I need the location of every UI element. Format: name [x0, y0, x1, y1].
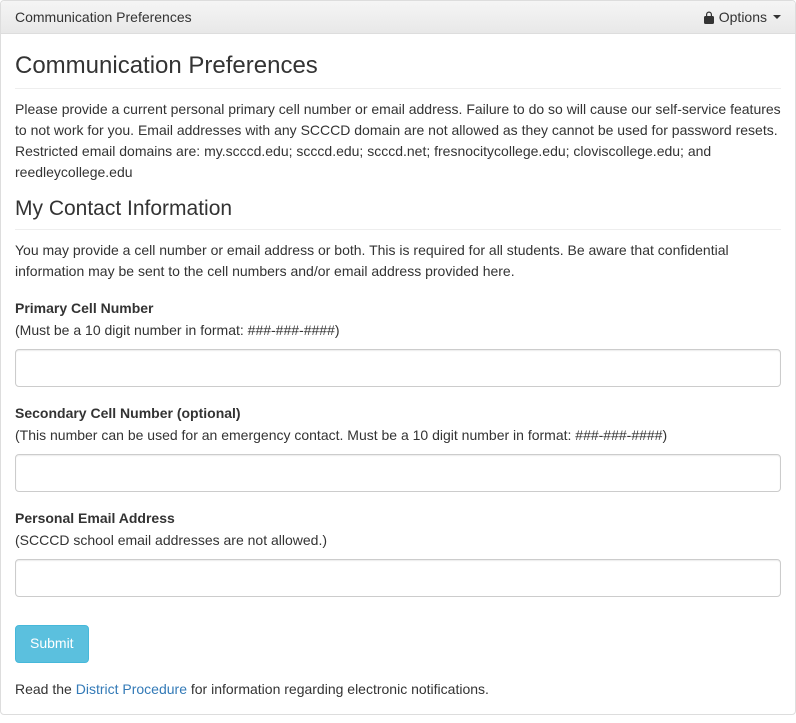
email-hint: (SCCCD school email addresses are not al…: [15, 530, 781, 551]
options-label: Options: [719, 9, 767, 25]
panel-header: Communication Preferences Options: [1, 1, 795, 34]
intro-text: Please provide a current personal primar…: [15, 99, 781, 183]
secondary-cell-input[interactable]: [15, 454, 781, 492]
section-title: My Contact Information: [15, 197, 781, 230]
email-label: Personal Email Address: [15, 510, 781, 526]
secondary-cell-group: Secondary Cell Number (optional) (This n…: [15, 405, 781, 492]
footer-text: Read the District Procedure for informat…: [15, 679, 781, 700]
primary-cell-group: Primary Cell Number (Must be a 10 digit …: [15, 300, 781, 387]
email-group: Personal Email Address (SCCCD school ema…: [15, 510, 781, 597]
chevron-down-icon: [773, 15, 781, 19]
panel-body: Communication Preferences Please provide…: [1, 34, 795, 714]
options-dropdown[interactable]: Options: [703, 9, 781, 25]
secondary-cell-hint: (This number can be used for an emergenc…: [15, 425, 781, 446]
email-input[interactable]: [15, 559, 781, 597]
section-intro-text: You may provide a cell number or email a…: [15, 240, 781, 282]
page-title: Communication Preferences: [15, 52, 781, 89]
submit-button[interactable]: Submit: [15, 625, 89, 663]
panel-title: Communication Preferences: [15, 9, 192, 25]
panel: Communication Preferences Options Commun…: [0, 0, 796, 715]
lock-icon: [703, 11, 715, 24]
district-procedure-link[interactable]: District Procedure: [76, 681, 187, 697]
primary-cell-label: Primary Cell Number: [15, 300, 781, 316]
secondary-cell-label: Secondary Cell Number (optional): [15, 405, 781, 421]
footer-prefix: Read the: [15, 681, 76, 697]
footer-suffix: for information regarding electronic not…: [187, 681, 489, 697]
primary-cell-input[interactable]: [15, 349, 781, 387]
primary-cell-hint: (Must be a 10 digit number in format: ##…: [15, 320, 781, 341]
